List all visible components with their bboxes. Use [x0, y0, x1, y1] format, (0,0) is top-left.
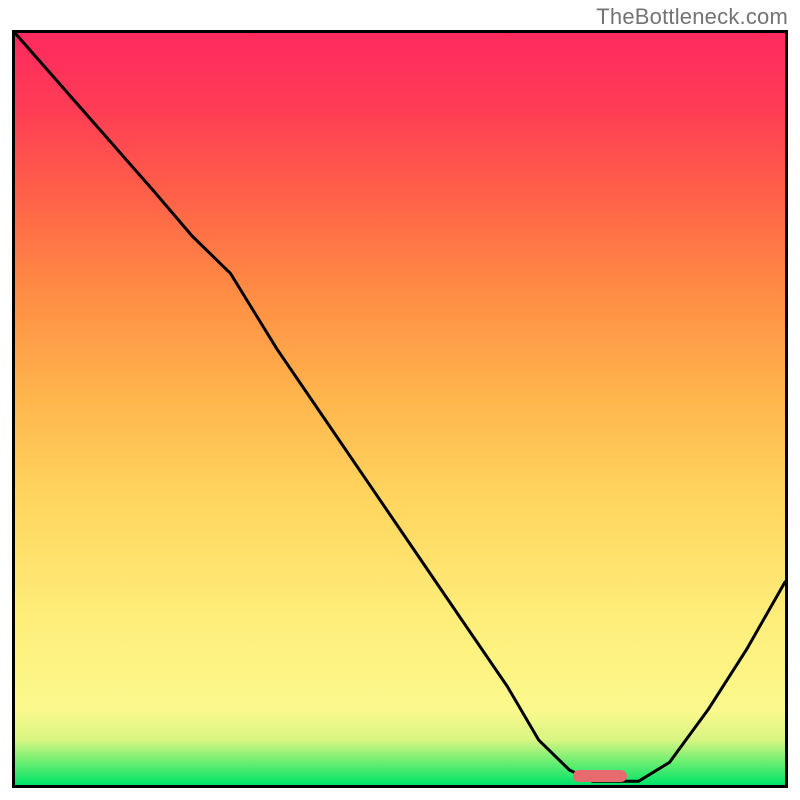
bottleneck-curve [15, 33, 785, 785]
watermark-text: TheBottleneck.com [596, 4, 788, 30]
optimal-marker [573, 770, 627, 781]
plot-area [12, 30, 788, 788]
chart-container: TheBottleneck.com [0, 0, 800, 800]
